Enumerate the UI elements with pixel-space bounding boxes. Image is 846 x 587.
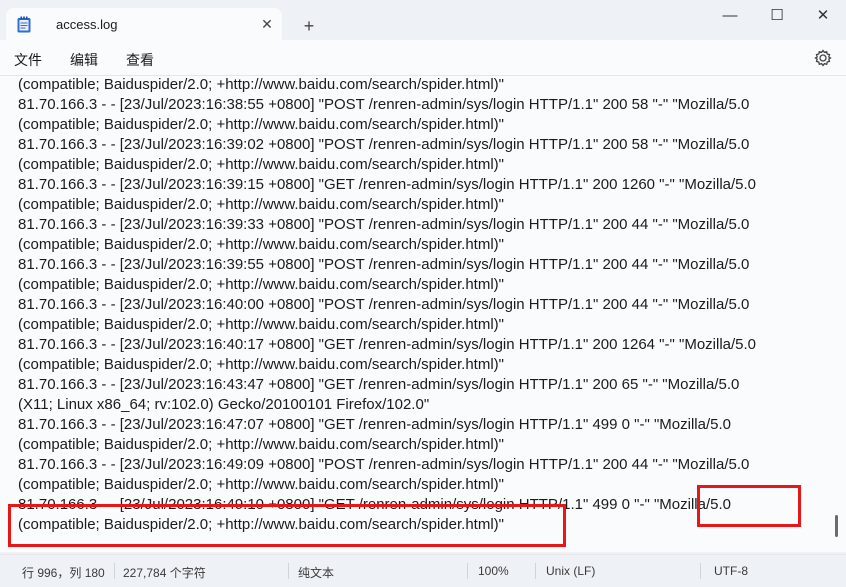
gear-icon[interactable] bbox=[813, 48, 833, 68]
log-line: 81.70.166.3 - - [23/Jul/2023:16:38:55 +0… bbox=[18, 96, 750, 113]
log-line: 81.70.166.3 - - [23/Jul/2023:16:39:02 +0… bbox=[18, 136, 750, 153]
log-line: (compatible; Baiduspider/2.0; +http://ww… bbox=[18, 316, 504, 333]
log-line: 81.70.166.3 - - [23/Jul/2023:16:39:55 +0… bbox=[18, 256, 750, 273]
maximize-button[interactable]: ☐ bbox=[754, 4, 800, 28]
highlight-box-mozilla bbox=[697, 485, 801, 527]
status-format: 纯文本 bbox=[298, 566, 335, 580]
status-divider bbox=[467, 563, 468, 579]
status-char-count: 227,784 个字符 bbox=[123, 566, 206, 580]
log-line: 81.70.166.3 - - [23/Jul/2023:16:40:17 +0… bbox=[18, 336, 757, 353]
log-line: (compatible; Baiduspider/2.0; +http://ww… bbox=[18, 76, 504, 93]
status-divider bbox=[288, 563, 289, 579]
menu-edit[interactable]: 编辑 bbox=[70, 50, 98, 70]
vertical-scrollbar[interactable] bbox=[835, 515, 838, 537]
status-position: 行 996，列 180 bbox=[22, 566, 105, 580]
highlight-box-compatible-line bbox=[8, 504, 566, 547]
status-encoding: UTF-8 bbox=[714, 564, 748, 578]
log-line: 81.70.166.3 - - [23/Jul/2023:16:47:07 +0… bbox=[18, 416, 731, 433]
log-line: 81.70.166.3 - - [23/Jul/2023:16:39:33 +0… bbox=[18, 216, 750, 233]
close-window-button[interactable]: ✕ bbox=[800, 4, 846, 28]
log-line: 81.70.166.3 - - [23/Jul/2023:16:40:00 +0… bbox=[18, 296, 750, 313]
status-divider bbox=[700, 563, 701, 579]
log-line: (compatible; Baiduspider/2.0; +http://ww… bbox=[18, 116, 504, 133]
log-line: 81.70.166.3 - - [23/Jul/2023:16:49:09 +0… bbox=[18, 456, 750, 473]
log-line: (compatible; Baiduspider/2.0; +http://ww… bbox=[18, 196, 504, 213]
close-tab-icon[interactable]: ✕ bbox=[258, 15, 276, 33]
status-zoom[interactable]: 100% bbox=[478, 564, 509, 578]
log-line: (compatible; Baiduspider/2.0; +http://ww… bbox=[18, 236, 504, 253]
tab-title: access.log bbox=[56, 17, 118, 32]
menu-file[interactable]: 文件 bbox=[14, 50, 42, 70]
log-line: (compatible; Baiduspider/2.0; +http://ww… bbox=[18, 156, 504, 173]
text-editor[interactable]: (compatible; Baiduspider/2.0; +http://ww… bbox=[0, 76, 846, 552]
minimize-button[interactable]: — bbox=[707, 4, 753, 28]
menu-bar: 文件 编辑 查看 bbox=[0, 40, 846, 76]
log-line: (compatible; Baiduspider/2.0; +http://ww… bbox=[18, 436, 504, 453]
menu-view[interactable]: 查看 bbox=[126, 50, 154, 70]
status-divider bbox=[535, 563, 536, 579]
status-line-ending: Unix (LF) bbox=[546, 564, 596, 578]
log-line: (compatible; Baiduspider/2.0; +http://ww… bbox=[18, 276, 504, 293]
tab-access-log[interactable]: access.log ✕ bbox=[6, 8, 282, 40]
notepad-icon bbox=[17, 16, 31, 33]
log-line: (compatible; Baiduspider/2.0; +http://ww… bbox=[18, 476, 504, 493]
log-line: 81.70.166.3 - - [23/Jul/2023:16:43:47 +0… bbox=[18, 376, 740, 393]
log-line: 81.70.166.3 - - [23/Jul/2023:16:39:15 +0… bbox=[18, 176, 757, 193]
title-bar: access.log ✕ + — ☐ ✕ bbox=[0, 0, 846, 40]
new-tab-button[interactable]: + bbox=[298, 15, 320, 37]
log-line: (compatible; Baiduspider/2.0; +http://ww… bbox=[18, 356, 504, 373]
log-line: (X11; Linux x86_64; rv:102.0) Gecko/2010… bbox=[18, 396, 430, 413]
status-bar: 行 996，列 180 227,784 个字符 纯文本 100% Unix (L… bbox=[0, 554, 846, 587]
status-divider bbox=[114, 563, 115, 579]
